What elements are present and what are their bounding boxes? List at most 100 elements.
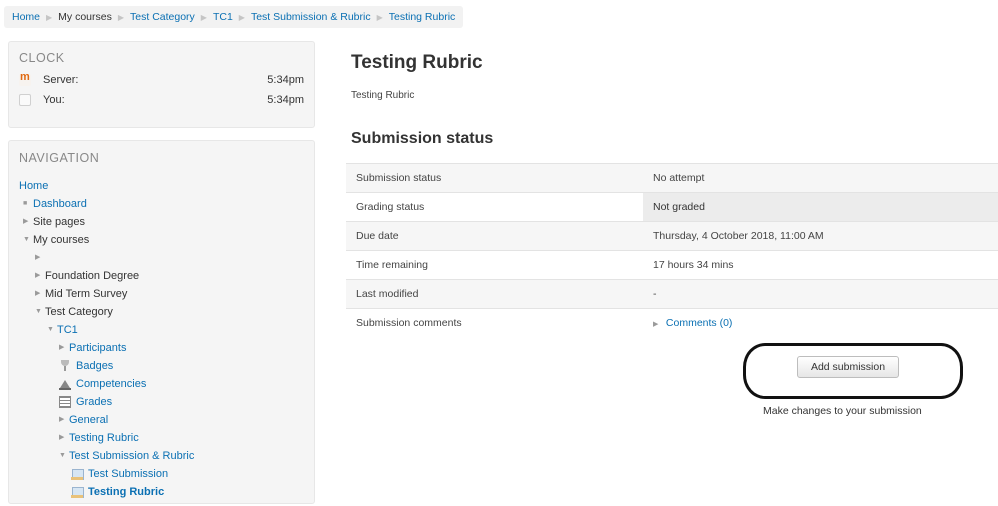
breadcrumb-separator-icon: ▶ — [117, 12, 125, 22]
table-row: Submission status No attempt — [346, 163, 998, 193]
nav-item-site-pages[interactable]: ▶ Site pages — [19, 213, 304, 231]
nav-item-label[interactable]: Home — [19, 177, 48, 195]
row-value: 17 hours 34 mins — [643, 250, 998, 280]
clock-block: CLOCK Server: 5:34pm You: 5:34pm — [8, 41, 315, 128]
navigation-block: NAVIGATION Home ■ Dashboard ▶ Site pages… — [8, 140, 315, 504]
nav-item-general[interactable]: ▶ General — [19, 411, 304, 429]
comments-toggle[interactable]: ▶ Comments (0) — [643, 308, 998, 338]
page-title: Testing Rubric — [351, 52, 483, 73]
add-submission-button[interactable]: Add submission — [797, 356, 899, 378]
nav-item-label[interactable]: Mid Term Survey — [45, 285, 127, 303]
competencies-icon — [59, 378, 71, 390]
page-description: Testing Rubric — [351, 90, 415, 101]
row-key: Due date — [346, 221, 643, 251]
nav-item-label[interactable]: Participants — [69, 339, 126, 357]
nav-item-label[interactable]: Grades — [76, 393, 112, 411]
expand-arrow-icon[interactable]: ▶ — [23, 213, 33, 231]
assignment-icon — [71, 468, 84, 480]
user-avatar-icon — [19, 94, 31, 106]
nav-item-tc1[interactable]: ▼ TC1 — [19, 321, 304, 339]
row-key: Submission comments — [346, 308, 643, 338]
breadcrumb-tc1[interactable]: TC1 — [213, 11, 233, 23]
nav-item-label[interactable]: Test Submission — [88, 465, 168, 483]
collapse-arrow-icon[interactable]: ▼ — [23, 231, 33, 249]
breadcrumb-separator-icon: ▶ — [46, 12, 53, 22]
trophy-icon — [59, 360, 71, 372]
nav-item-label[interactable]: Dashboard — [33, 195, 87, 213]
navigation-block-title: NAVIGATION — [19, 151, 100, 165]
nav-item-label[interactable]: Foundation Degree — [45, 267, 139, 285]
breadcrumb-test-submission-rubric[interactable]: Test Submission & Rubric — [251, 11, 371, 23]
breadcrumb-testing-rubric[interactable]: Testing Rubric — [389, 11, 456, 23]
row-value: No attempt — [643, 163, 998, 193]
nav-item-label[interactable]: Competencies — [76, 375, 146, 393]
clock-row-you: You: 5:34pm — [9, 91, 314, 109]
clock-you-time: 5:34pm — [267, 94, 304, 106]
row-key: Last modified — [346, 279, 643, 309]
add-submission-help: Make changes to your submission — [763, 405, 922, 417]
breadcrumb-separator-icon: ▶ — [376, 12, 383, 22]
nav-item-label[interactable]: Badges — [76, 357, 113, 375]
nav-item-label[interactable]: Test Submission & Rubric — [69, 447, 194, 465]
clock-server-label: Server: — [43, 74, 79, 86]
expand-arrow-icon[interactable]: ▶ — [35, 267, 45, 285]
nav-item-label[interactable]: General — [69, 411, 108, 429]
row-key: Grading status — [346, 192, 643, 222]
section-title: Submission status — [351, 130, 494, 147]
nav-item-mid-term-survey[interactable]: ▶ Mid Term Survey — [19, 285, 304, 303]
clock-row-server: Server: 5:34pm — [9, 71, 314, 89]
nav-item-my-courses[interactable]: ▼ My courses — [19, 231, 304, 249]
expand-arrow-icon[interactable]: ▶ — [59, 429, 69, 447]
breadcrumb-home[interactable]: Home — [12, 11, 40, 23]
breadcrumb: Home ▶ My courses ▶ Test Category ▶ TC1 … — [4, 6, 464, 28]
clock-server-time: 5:34pm — [267, 74, 304, 86]
nav-item-label[interactable]: Testing Rubric — [69, 429, 139, 447]
table-row: Submission comments ▶ Comments (0) — [346, 308, 998, 338]
row-key: Time remaining — [346, 250, 643, 280]
collapse-arrow-icon[interactable]: ▼ — [47, 321, 57, 339]
expand-arrow-icon[interactable]: ▶ — [653, 320, 663, 328]
table-row: Time remaining 17 hours 34 mins — [346, 250, 998, 280]
expand-arrow-icon[interactable]: ▶ — [59, 339, 69, 357]
collapse-arrow-icon[interactable]: ▼ — [35, 303, 45, 321]
collapse-arrow-icon[interactable]: ▼ — [59, 447, 69, 465]
row-value: Not graded — [643, 192, 998, 222]
table-row: Grading status Not graded — [346, 192, 998, 222]
nav-item-label[interactable]: My courses — [33, 231, 89, 249]
nav-item-badges[interactable]: Badges — [19, 357, 304, 375]
breadcrumb-separator-icon: ▶ — [238, 12, 245, 22]
breadcrumb-test-category[interactable]: Test Category — [130, 11, 195, 23]
nav-item-label[interactable]: Site pages — [33, 213, 85, 231]
breadcrumb-my-courses[interactable]: My courses — [58, 11, 112, 23]
grades-table-icon — [59, 396, 71, 408]
expand-arrow-icon[interactable]: ▶ — [35, 285, 45, 303]
navigation-tree: Home ■ Dashboard ▶ Site pages ▼ My cours… — [9, 177, 314, 501]
assignment-icon — [71, 486, 84, 498]
server-logo-icon — [19, 71, 31, 86]
nav-item-home[interactable]: Home — [19, 177, 304, 195]
expand-arrow-icon[interactable]: ▶ — [35, 249, 45, 267]
nav-item-test-submission-rubric[interactable]: ▼ Test Submission & Rubric — [19, 447, 304, 465]
nav-item-label[interactable]: Test Category — [45, 303, 113, 321]
nav-item-testing-rubric[interactable]: ▶ Testing Rubric — [19, 429, 304, 447]
nav-item-participants[interactable]: ▶ Participants — [19, 339, 304, 357]
bullet-icon: ■ — [23, 200, 28, 207]
clock-block-title: CLOCK — [19, 51, 65, 65]
nav-item-testing-rubric-active[interactable]: Testing Rubric — [19, 483, 304, 501]
nav-item-test-category[interactable]: ▼ Test Category — [19, 303, 304, 321]
row-value: - — [643, 279, 998, 309]
table-row: Last modified - — [346, 279, 998, 309]
table-row: Due date Thursday, 4 October 2018, 11:00… — [346, 221, 998, 251]
nav-item-label[interactable]: TC1 — [57, 321, 78, 339]
comments-link[interactable]: Comments (0) — [666, 317, 733, 329]
nav-item-test-submission[interactable]: Test Submission — [19, 465, 304, 483]
nav-item-label[interactable]: Testing Rubric — [88, 483, 164, 501]
nav-item-competencies[interactable]: Competencies — [19, 375, 304, 393]
expand-arrow-icon[interactable]: ▶ — [59, 411, 69, 429]
clock-you-label: You: — [43, 94, 65, 106]
nav-item-unnamed[interactable]: ▶ — [19, 249, 304, 267]
breadcrumb-separator-icon: ▶ — [200, 12, 207, 22]
nav-item-dashboard[interactable]: ■ Dashboard — [19, 195, 304, 213]
nav-item-foundation-degree[interactable]: ▶ Foundation Degree — [19, 267, 304, 285]
nav-item-grades[interactable]: Grades — [19, 393, 304, 411]
